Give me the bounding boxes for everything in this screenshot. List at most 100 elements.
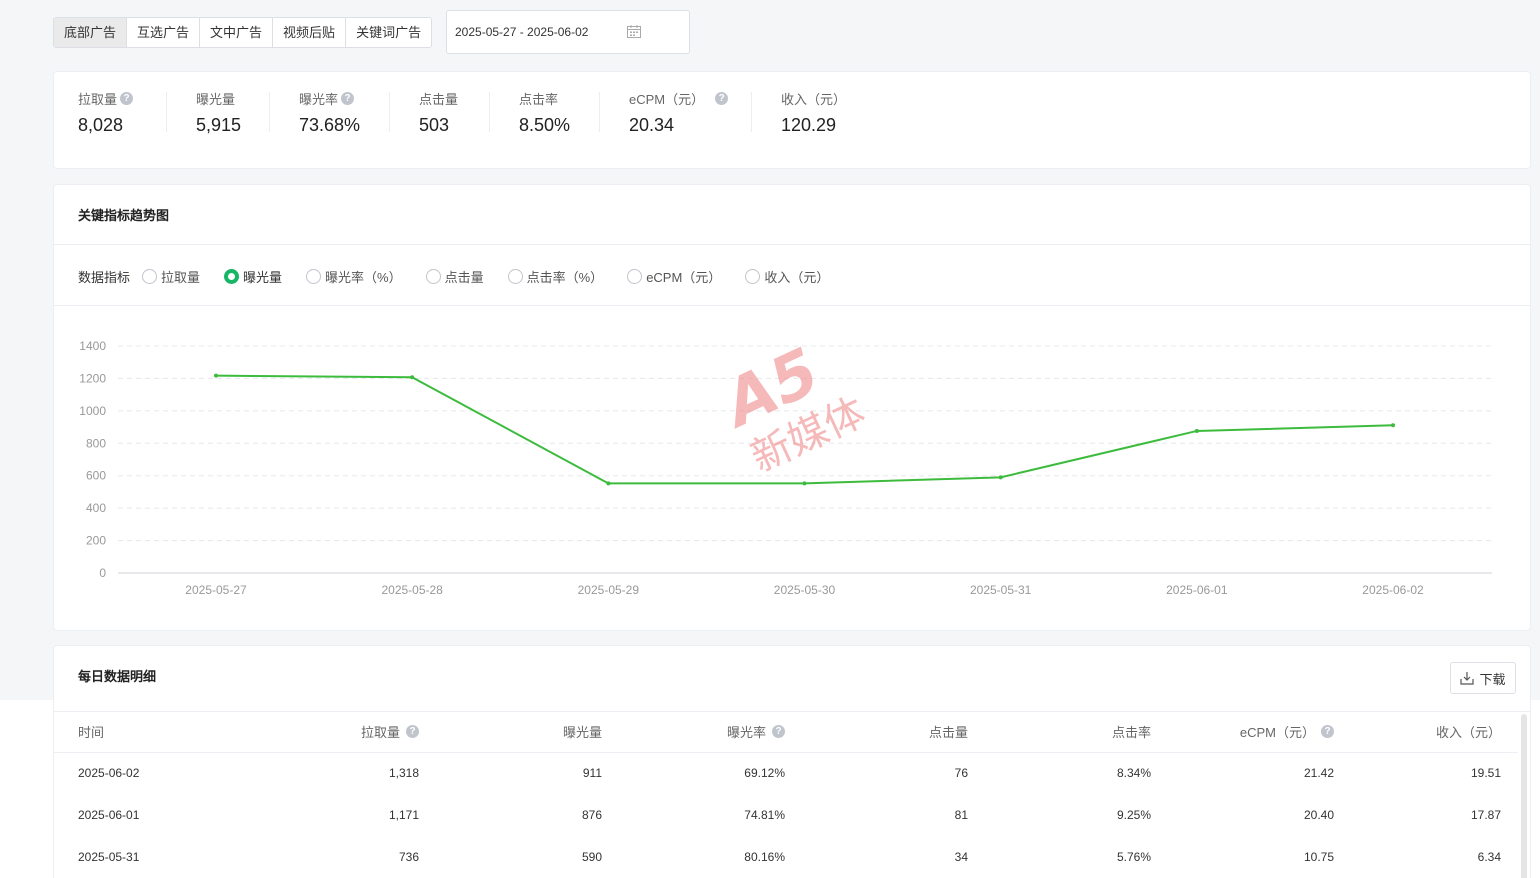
cell-click-rate: 9.25% [1116, 808, 1151, 822]
stat-label: 拉取量 [78, 91, 118, 107]
stat-label: 点击量 [419, 91, 459, 107]
y-tick-label: 0 [99, 566, 106, 580]
cell-pull: 1,171 [388, 808, 419, 822]
cell-exposure: 876 [581, 808, 602, 822]
help-icon[interactable]: ? [341, 91, 355, 105]
col-header-label: 点击量 [928, 725, 968, 741]
radio-exposure-count[interactable]: 曝光量 [224, 267, 282, 286]
radio-pull-count[interactable]: 拉取量 [142, 267, 200, 286]
col-header-label: 曝光率 [726, 725, 766, 741]
daily-detail-card: 每日数据明细 下载 时间 拉取量? 曝光量 曝光率? 点击量 点击率 eCPM（… [53, 645, 1531, 878]
table-row: 2025-06-01 1,171 876 74.81% 81 9.25% 20.… [54, 794, 1518, 836]
cell-clicks: 81 [954, 808, 968, 822]
stat-label: 点击率 [519, 91, 559, 107]
y-tick-label: 400 [86, 501, 106, 515]
download-button[interactable]: 下载 [1450, 662, 1516, 694]
y-tick-label: 1400 [79, 339, 106, 353]
help-icon[interactable]: ? [1321, 725, 1334, 739]
y-tick-label: 200 [86, 534, 106, 548]
radio-click-count[interactable]: 点击量 [425, 267, 484, 286]
stat-value: 503 [419, 115, 450, 135]
y-tick-label: 1200 [79, 371, 106, 385]
tab-video-post-ad[interactable]: 视频后贴 [273, 18, 347, 47]
radio-icon [306, 269, 322, 284]
tab-keyword-ad[interactable]: 关键词广告 [346, 18, 431, 47]
divider [489, 92, 490, 132]
radio-icon [142, 269, 158, 284]
stat-value: 5,915 [196, 115, 242, 135]
summary-stats-card: 拉取量? 8,028 曝光量 5,915 曝光率? 73.68% 点击量 503… [53, 71, 1531, 169]
col-header-label: 点击率 [1111, 725, 1151, 741]
cell-exposure-rate: 80.16% [744, 850, 785, 864]
radio-exposure-rate[interactable]: 曝光率（%） [306, 267, 402, 286]
radio-ecpm[interactable]: eCPM（元） [627, 267, 721, 286]
data-point[interactable] [1391, 423, 1395, 428]
col-header-exposure[interactable]: 曝光量 [436, 712, 619, 753]
stat-income: 收入（元） 120.29 [781, 89, 846, 136]
stat-click-rate: 点击率 8.50% [519, 89, 570, 136]
radio-income[interactable]: 收入（元） [745, 267, 829, 286]
calendar-icon [627, 25, 641, 38]
stat-exposure-count: 曝光量 5,915 [196, 89, 241, 136]
radio-label: eCPM（元） [646, 270, 722, 285]
cell-date: 2025-05-31 [78, 850, 140, 864]
download-label: 下载 [1479, 671, 1506, 687]
cell-exposure: 590 [581, 850, 602, 864]
radio-label: 收入（元） [764, 270, 830, 285]
stat-ecpm: eCPM（元）? 20.34 [629, 89, 729, 136]
cell-income: 6.34 [1477, 850, 1501, 864]
col-header-date[interactable]: 时间 [54, 712, 254, 753]
stat-label: 收入（元） [781, 91, 847, 107]
download-icon [1460, 672, 1475, 685]
divider [269, 92, 270, 132]
col-header-label: 收入（元） [1435, 725, 1501, 741]
y-tick-label: 1000 [79, 404, 106, 418]
cell-clicks: 34 [954, 850, 968, 864]
date-range-text: 2025-05-27 - 2025-06-02 [455, 25, 589, 39]
stat-label: 曝光量 [196, 91, 236, 107]
help-icon[interactable]: ? [406, 725, 419, 739]
data-point[interactable] [606, 481, 611, 486]
tab-in-article-ad[interactable]: 文中广告 [200, 18, 274, 47]
col-header-label: eCPM（元） [1239, 725, 1315, 741]
cell-pull: 736 [398, 850, 419, 864]
divider [54, 244, 1530, 245]
stat-exposure-rate: 曝光率? 73.68% [299, 89, 360, 136]
x-tick-label: 2025-06-01 [1166, 583, 1228, 597]
divider [166, 92, 167, 132]
data-point[interactable] [998, 475, 1003, 480]
stat-label: 曝光率 [299, 91, 339, 107]
col-header-exposure-rate[interactable]: 曝光率? [619, 712, 802, 753]
cell-date: 2025-06-01 [78, 808, 140, 822]
cell-exposure: 911 [582, 766, 602, 781]
col-header-click-rate[interactable]: 点击率 [985, 712, 1168, 753]
help-icon[interactable]: ? [772, 725, 785, 739]
tab-mutual-ad[interactable]: 互选广告 [127, 18, 201, 47]
metric-selector-label: 数据指标 [78, 270, 131, 285]
x-tick-label: 2025-05-30 [774, 583, 836, 597]
divider [389, 92, 390, 132]
date-range-picker[interactable]: 2025-05-27 - 2025-06-02 [446, 10, 690, 54]
stat-click-count: 点击量 503 [419, 89, 458, 136]
radio-click-rate[interactable]: 点击率（%） [507, 267, 603, 286]
help-icon[interactable]: ? [715, 91, 729, 105]
data-point[interactable] [802, 481, 807, 486]
col-header-income[interactable]: 收入（元） [1351, 712, 1518, 753]
radio-icon [745, 269, 761, 284]
data-point[interactable] [1194, 428, 1199, 433]
radio-icon [627, 269, 643, 284]
stat-label: eCPM（元） [629, 91, 705, 107]
radio-label: 点击量 [444, 270, 484, 285]
col-header-clicks[interactable]: 点击量 [802, 712, 985, 753]
table-row: 2025-06-02 1,318 911 69.12% 76 8.34% 21.… [54, 752, 1518, 794]
col-header-pull[interactable]: 拉取量? [254, 712, 436, 753]
tab-bottom-ad[interactable]: 底部广告 [54, 18, 128, 47]
help-icon[interactable]: ? [120, 91, 134, 105]
y-tick-label: 800 [86, 436, 106, 450]
data-point[interactable] [410, 375, 415, 380]
data-point[interactable] [214, 373, 218, 378]
radio-checked-icon [224, 269, 240, 284]
col-header-ecpm[interactable]: eCPM（元）? [1168, 712, 1351, 753]
radio-label: 拉取量 [161, 270, 201, 285]
table-scrollbar[interactable] [1521, 714, 1527, 878]
